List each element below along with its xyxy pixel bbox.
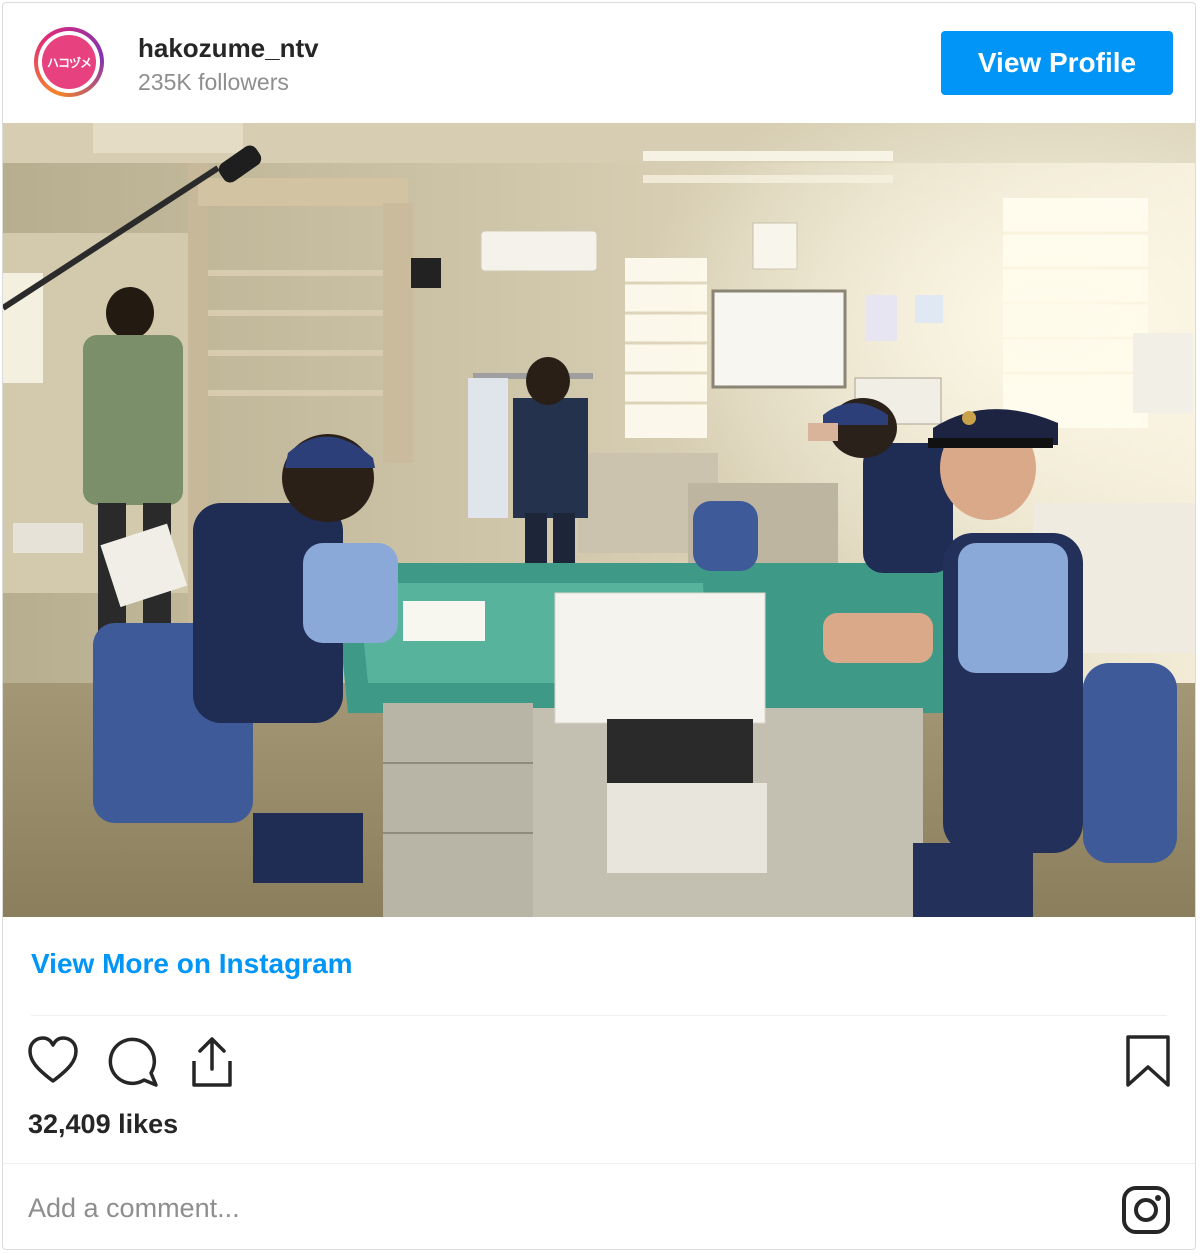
bookmark-icon[interactable] [1120, 1033, 1176, 1089]
share-icon[interactable] [184, 1033, 240, 1089]
post-photo[interactable] [3, 123, 1195, 917]
instagram-logo-icon[interactable] [1121, 1185, 1171, 1235]
heart-icon[interactable] [25, 1033, 81, 1089]
post-header: ハコヅメ hakozume_ntv 235K followers View Pr… [3, 3, 1195, 123]
divider [3, 1163, 1195, 1164]
divider [31, 1015, 1167, 1016]
avatar-logo: ハコヅメ [42, 35, 96, 89]
likes-count: 32,409 likes [28, 1109, 179, 1139]
action-bar [3, 1033, 1195, 1093]
comment-icon[interactable] [104, 1033, 160, 1089]
instagram-embed-card: ハコヅメ hakozume_ntv 235K followers View Pr… [2, 2, 1196, 1250]
username[interactable]: hakozume_ntv [138, 33, 319, 64]
avatar[interactable]: ハコヅメ [34, 27, 104, 97]
comment-input[interactable]: Add a comment... [28, 1193, 240, 1224]
police-office-photo [3, 123, 1195, 917]
followers-count: 235K followers [138, 69, 289, 95]
view-more-link[interactable]: View More on Instagram [31, 948, 353, 980]
view-profile-button[interactable]: View Profile [941, 31, 1173, 95]
